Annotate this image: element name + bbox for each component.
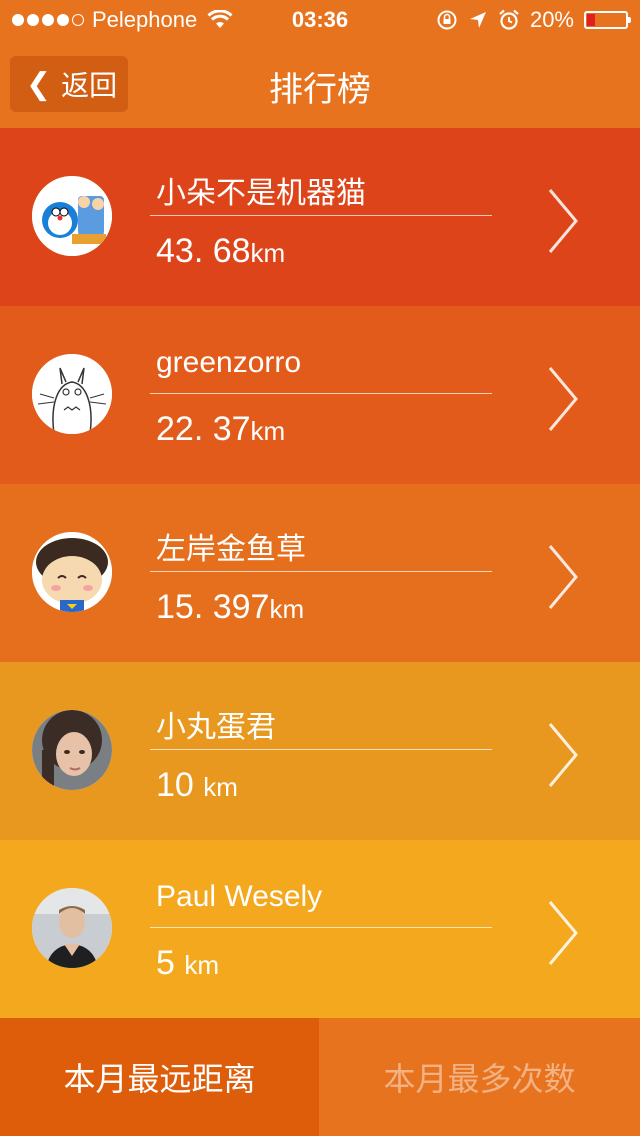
divider [150,393,492,394]
distance-value: 10 km [156,766,238,805]
distance-value: 43. 68km [156,232,285,271]
distance-number: 22. 37 [156,410,251,448]
leaderboard-row[interactable]: greenzorro 22. 37km [0,306,640,484]
leaderboard-list: 小朵不是机器猫 43. 68km greenzorro 22. 37km 左岸金鱼草 15… [0,128,640,1018]
rotation-lock-icon [437,10,457,30]
divider [150,215,492,216]
alarm-icon [499,9,519,30]
distance-unit: km [184,950,220,980]
chevron-right-icon [548,901,578,965]
user-name: Paul Wesely [156,880,323,913]
user-name: 小朵不是机器猫 [156,177,366,210]
page-title: 排行榜 [269,71,371,109]
distance-value: 22. 37km [156,410,285,449]
battery-percent: 20% [529,7,574,32]
battery-fill [587,14,595,26]
divider [150,749,492,750]
distance-number: 15. 397 [156,588,270,626]
doraemon-avatar [32,176,112,256]
leaderboard-row[interactable]: 小朵不是机器猫 43. 68km [0,128,640,306]
status-right: 20% [436,0,631,40]
leaderboard-row[interactable]: 左岸金鱼草 15. 397km [0,484,640,662]
user-name: 左岸金鱼草 [156,533,306,566]
distance-number: 43. 68 [156,232,251,270]
distance-number: 5 [156,944,185,982]
tab-monthly-count[interactable]: 本月最多次数 [319,1018,640,1136]
totoro-avatar [32,354,112,434]
distance-number: 10 [156,766,204,804]
distance-unit: km [269,594,305,624]
user-name: greenzorro [156,346,302,379]
leaderboard-row[interactable]: Paul Wesely 5 km [0,840,640,1018]
tab-monthly-distance[interactable]: 本月最远距离 [0,1018,319,1136]
leaderboard-row[interactable]: 小丸蛋君 10 km [0,662,640,840]
cartoon-girl-avatar [32,532,112,612]
man-photo-avatar [32,888,112,968]
woman-photo-avatar [32,710,112,790]
distance-unit: km [250,238,286,268]
distance-unit: km [203,772,238,802]
distance-unit: km [250,416,286,446]
tab-bar: 本月最远距离 本月最多次数 [0,1018,640,1136]
chevron-right-icon [548,189,578,253]
status-bar: Pelephone 03:36 20% [0,0,640,40]
divider [150,571,492,572]
location-arrow-icon [469,12,486,28]
navigation-bar: ❮ 返回 排行榜 [0,40,640,128]
user-name: 小丸蛋君 [156,711,276,744]
chevron-right-icon [548,723,578,787]
header: Pelephone 03:36 20% ❮ 返回 排行榜 [0,0,640,128]
distance-value: 5 km [156,944,219,983]
divider [150,927,492,928]
distance-value: 15. 397km [156,588,304,627]
chevron-right-icon [548,367,578,431]
chevron-right-icon [548,545,578,609]
battery-icon [584,11,631,29]
